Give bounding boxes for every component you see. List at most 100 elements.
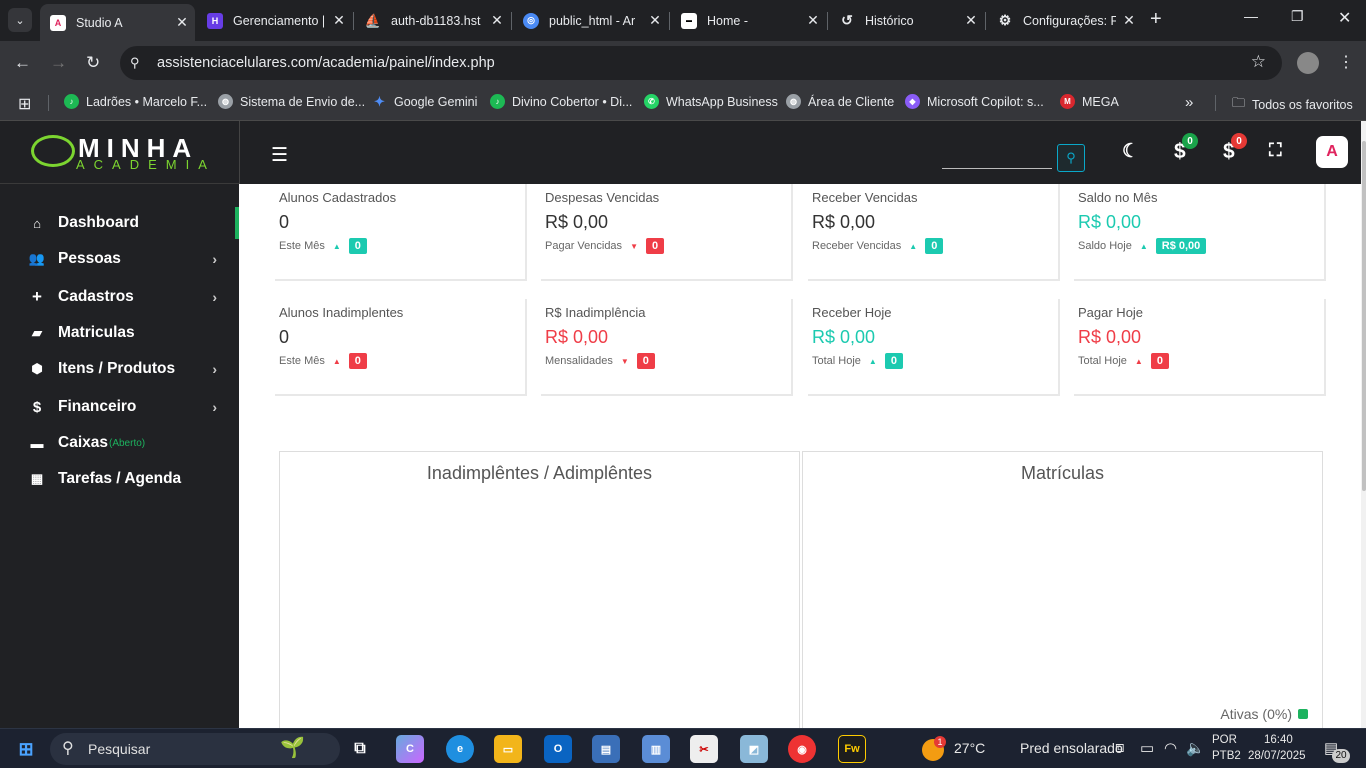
stat-card-footer: Este Mês ▲ 0 bbox=[279, 238, 367, 254]
stat-card-title: Despesas Vencidas bbox=[545, 190, 660, 205]
bookmark-item[interactable]: ✦ Google Gemini bbox=[372, 94, 477, 109]
stat-card-value: R$ 0,00 bbox=[545, 327, 609, 347]
reload-icon[interactable]: ↻ bbox=[86, 53, 100, 73]
file-explorer-icon[interactable]: ▭ bbox=[494, 735, 522, 763]
close-icon[interactable]: ✕ bbox=[800, 12, 826, 29]
chart-panel-matriculas: Matrículas Ativas (0%) bbox=[802, 451, 1323, 731]
taskbar-search[interactable]: ⚲ Pesquisar 🌱 bbox=[50, 733, 340, 765]
close-icon[interactable]: ✕ bbox=[169, 14, 195, 31]
snipping-tool-icon[interactable]: ✂ bbox=[690, 735, 718, 763]
close-icon[interactable]: ✕ bbox=[326, 12, 352, 29]
dark-mode-moon-icon[interactable]: ☾ bbox=[1122, 140, 1139, 163]
bookmark-item[interactable]: ♪ Ladrões • Marcelo F... bbox=[64, 94, 207, 109]
chrome-app-icon[interactable]: ◉ bbox=[788, 735, 816, 763]
caixa-status-badge: (Aberto) bbox=[108, 437, 146, 449]
clock-time[interactable]: 16:40 bbox=[1264, 734, 1293, 746]
app-icon[interactable]: ◩ bbox=[740, 735, 768, 763]
bookmark-star-icon[interactable]: ☆ bbox=[1251, 52, 1266, 72]
browser-menu-icon[interactable]: ⋮ bbox=[1338, 52, 1354, 72]
tab-divider bbox=[985, 12, 986, 30]
sidebar-item-caixas[interactable]: ▬ Caixas (Aberto) bbox=[0, 425, 239, 461]
page-scrollbar[interactable] bbox=[1361, 121, 1366, 728]
weather-temp[interactable]: 27°C bbox=[954, 740, 985, 756]
outlook-app-icon[interactable]: O bbox=[544, 735, 572, 763]
search-input[interactable] bbox=[942, 168, 1052, 169]
more-bookmarks-icon[interactable]: » bbox=[1185, 94, 1193, 111]
fullscreen-icon[interactable]: ⛶ bbox=[1269, 140, 1282, 161]
wifi-icon[interactable]: ◠ bbox=[1164, 739, 1177, 757]
back-icon[interactable]: ← bbox=[14, 53, 31, 73]
sidebar-item-itens-produtos[interactable]: ⬢ Itens / Produtos › bbox=[0, 351, 239, 387]
minimize-icon[interactable]: — bbox=[1244, 8, 1258, 24]
address-bar[interactable]: ⚲ assistenciacelulares.com/academia/pain… bbox=[120, 46, 1282, 80]
sidebar: MINHA ACADEMIA ⌂ Dashboard 👥 Pessoas › + Cad… bbox=[0, 121, 239, 728]
tab-divider bbox=[511, 12, 512, 30]
home-favicon: ▬ bbox=[681, 12, 697, 29]
sidebar-item-tarefas-agenda[interactable]: ▦ Tarefas / Agenda bbox=[0, 461, 239, 497]
stat-card-badge: 0 bbox=[884, 353, 903, 369]
windows-start-icon[interactable]: ⊞ bbox=[12, 735, 40, 763]
apps-grid-icon[interactable]: ⊞ bbox=[18, 94, 31, 114]
clock-date[interactable]: 28/07/2025 bbox=[1248, 750, 1306, 762]
search-button[interactable]: ⚲ bbox=[1057, 144, 1085, 172]
close-icon[interactable]: ✕ bbox=[642, 12, 668, 29]
app-icon[interactable]: ▤ bbox=[592, 735, 620, 763]
profile-avatar[interactable] bbox=[1297, 52, 1319, 74]
keyboard-layout-indicator[interactable]: PTB2 bbox=[1212, 750, 1241, 762]
sidebar-item-cadastros[interactable]: + Cadastros › bbox=[0, 279, 239, 315]
tab-gerenciamento[interactable]: H Gerenciamento | ✕ bbox=[197, 4, 352, 37]
tab-historico[interactable]: ↺ Histórico ✕ bbox=[829, 4, 984, 37]
fireworks-app-icon[interactable]: Fw bbox=[838, 735, 866, 763]
all-bookmarks-button[interactable]: 🗀 Todos os favoritos bbox=[1232, 94, 1353, 116]
edge-app-icon[interactable]: e bbox=[446, 735, 474, 763]
bookmark-item[interactable]: ✆ WhatsApp Business bbox=[644, 94, 778, 109]
bookmark-divider bbox=[1215, 95, 1216, 111]
bookmark-item[interactable]: ◍ Sistema de Envio de... bbox=[218, 94, 365, 109]
bookmark-item[interactable]: ◆ Microsoft Copilot: s... bbox=[905, 94, 1044, 109]
new-tab-button[interactable]: + bbox=[1150, 8, 1162, 31]
stat-card-value: R$ 0,00 bbox=[812, 212, 876, 232]
close-icon[interactable]: ✕ bbox=[1116, 12, 1142, 29]
user-avatar[interactable]: A bbox=[1316, 136, 1348, 168]
tab-configuracoes[interactable]: ⚙ Configurações: F ✕ bbox=[987, 4, 1142, 37]
bookmark-item[interactable]: ♪ Divino Cobertor • Di... bbox=[490, 94, 632, 109]
stat-card-subtitle: Este Mês bbox=[279, 240, 325, 252]
scrollbar-thumb[interactable] bbox=[1362, 141, 1366, 491]
language-indicator[interactable]: POR bbox=[1212, 734, 1237, 746]
close-window-icon[interactable]: ✕ bbox=[1338, 8, 1351, 28]
tab-home[interactable]: ▬ Home - ✕ bbox=[671, 4, 826, 37]
tab-auth-db[interactable]: ⛵ auth-db1183.hst ✕ bbox=[355, 4, 510, 37]
tab-divider bbox=[669, 12, 670, 30]
volume-icon[interactable]: 🔈 bbox=[1186, 739, 1205, 757]
app-icon[interactable]: ▥ bbox=[642, 735, 670, 763]
sidebar-item-label: Dashboard bbox=[58, 214, 139, 231]
sidebar-item-pessoas[interactable]: 👥 Pessoas › bbox=[0, 241, 239, 277]
sidebar-item-label: Matriculas bbox=[58, 324, 135, 341]
restore-icon[interactable]: ❐ bbox=[1291, 8, 1304, 25]
sidebar-item-matriculas[interactable]: ▰ Matriculas bbox=[0, 315, 239, 351]
tab-search-button[interactable]: ⌄ bbox=[8, 8, 32, 32]
weather-text[interactable]: Pred ensolarado bbox=[1020, 740, 1123, 756]
tab-public-html[interactable]: ◎ public_html - Ar ✕ bbox=[513, 4, 668, 37]
box-icon: ⬢ bbox=[31, 361, 43, 376]
close-icon[interactable]: ✕ bbox=[484, 12, 510, 29]
url-text[interactable]: assistenciacelulares.com/academia/painel… bbox=[157, 55, 495, 71]
tab-studio-a[interactable]: A Studio A ✕ bbox=[40, 4, 195, 41]
bookmark-item[interactable]: ◍ Área de Cliente bbox=[786, 94, 894, 109]
task-view-icon[interactable]: ⧉ bbox=[346, 735, 374, 763]
sidebar-item-financeiro[interactable]: $ Financeiro › bbox=[0, 389, 239, 425]
home-icon: ⌂ bbox=[33, 215, 41, 231]
battery-icon[interactable]: ▭ bbox=[1140, 739, 1154, 757]
hamburger-menu-icon[interactable]: ☰ bbox=[271, 144, 288, 167]
bookmark-item[interactable]: M MEGA bbox=[1060, 94, 1119, 109]
calendar-icon: ▦ bbox=[30, 471, 44, 486]
tab-label: public_html - Ar bbox=[549, 13, 636, 28]
search-icon: ⚲ bbox=[1066, 150, 1076, 165]
close-icon[interactable]: ✕ bbox=[958, 12, 984, 29]
forward-icon[interactable]: → bbox=[50, 53, 67, 73]
site-info-icon[interactable]: ⚲ bbox=[130, 55, 140, 71]
copilot-app-icon[interactable]: C bbox=[396, 735, 424, 763]
app-logo[interactable]: MINHA ACADEMIA bbox=[0, 121, 239, 184]
sidebar-item-dashboard[interactable]: ⌂ Dashboard bbox=[0, 205, 239, 241]
tray-app-icon[interactable]: ⧈ bbox=[1115, 739, 1125, 756]
